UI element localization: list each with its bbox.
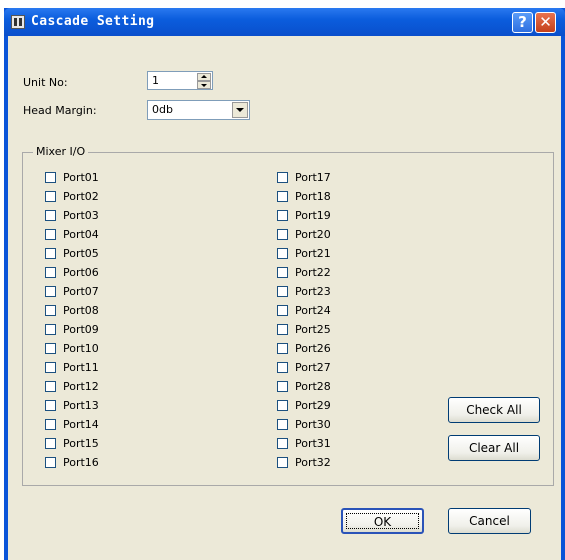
checkbox-box[interactable] [45,419,56,430]
checkbox-box[interactable] [45,324,56,335]
checkbox-box[interactable] [45,362,56,373]
ok-label: OK [373,515,392,529]
dialog-body: Unit No: 1 Head Margin: 0db Mixer I/O Po… [8,36,561,560]
port-label: Port25 [295,323,331,336]
port-label: Port10 [63,342,99,355]
port-label: Port11 [63,361,99,374]
checkbox-box[interactable] [45,210,56,221]
app-icon [11,15,25,29]
close-button[interactable]: ✕ [535,12,556,33]
port-label: Port22 [295,266,331,279]
checkbox-box[interactable] [277,438,288,449]
clear-all-button[interactable]: Clear All [448,435,540,461]
checkbox-box[interactable] [277,324,288,335]
port-label: Port23 [295,285,331,298]
checkbox-box[interactable] [277,210,288,221]
checkbox-box[interactable] [277,457,288,468]
checkbox-box[interactable] [277,381,288,392]
port-label: Port08 [63,304,99,317]
checkbox-box[interactable] [45,191,56,202]
title-bar[interactable]: Cascade Setting ? ✕ [4,8,565,36]
port-label: Port30 [295,418,331,431]
checkbox-box[interactable] [277,400,288,411]
unit-no-value: 1 [152,74,159,87]
port-label: Port20 [295,228,331,241]
checkbox-box[interactable] [45,400,56,411]
spin-up-icon[interactable] [197,73,211,81]
checkbox-box[interactable] [45,286,56,297]
checkbox-box[interactable] [45,381,56,392]
help-button[interactable]: ? [512,12,533,33]
checkbox-box[interactable] [277,419,288,430]
port-label: Port17 [295,171,331,184]
port-label: Port05 [63,247,99,260]
checkbox-box[interactable] [277,191,288,202]
port-label: Port09 [63,323,99,336]
checkbox-box[interactable] [277,286,288,297]
window-title: Cascade Setting [31,14,155,29]
port-label: Port15 [63,437,99,450]
port-label: Port27 [295,361,331,374]
checkbox-box[interactable] [277,248,288,259]
port-label: Port04 [63,228,99,241]
checkbox-box[interactable] [45,438,56,449]
checkbox-box[interactable] [45,305,56,316]
unit-no-label: Unit No: [23,76,68,89]
checkbox-box[interactable] [277,172,288,183]
unit-no-spinner[interactable]: 1 [147,71,213,90]
ok-button[interactable]: OK [341,508,424,534]
check-all-label: Check All [466,403,522,417]
port-label: Port01 [63,171,99,184]
checkbox-box[interactable] [277,305,288,316]
cancel-label: Cancel [469,514,510,528]
checkbox-box[interactable] [277,229,288,240]
checkbox-box[interactable] [45,343,56,354]
head-margin-label: Head Margin: [23,104,97,117]
mixer-io-group: Mixer I/O Port01 Port02 Port03 Port04 Port05… [22,145,554,486]
check-all-button[interactable]: Check All [448,397,540,423]
checkbox-box[interactable] [277,343,288,354]
port-label: Port06 [63,266,99,279]
spinner-buttons[interactable] [197,73,211,90]
port-label: Port32 [295,456,331,469]
port-label: Port14 [63,418,99,431]
chevron-down-icon[interactable] [232,102,248,118]
checkbox-box[interactable] [45,457,56,468]
port-label: Port03 [63,209,99,222]
head-margin-select[interactable]: 0db [147,100,250,120]
port-label: Port07 [63,285,99,298]
port-label: Port29 [295,399,331,412]
checkbox-box[interactable] [45,172,56,183]
checkbox-box[interactable] [45,267,56,278]
clear-all-label: Clear All [468,441,520,455]
port-label: Port12 [63,380,99,393]
port-label: Port18 [295,190,331,203]
spin-down-icon[interactable] [197,81,211,89]
port-label: Port16 [63,456,99,469]
cancel-button[interactable]: Cancel [448,508,531,534]
checkbox-box[interactable] [277,362,288,373]
mixer-io-title: Mixer I/O [33,145,89,158]
checkbox-box[interactable] [277,267,288,278]
port-label: Port28 [295,380,331,393]
port-label: Port13 [63,399,99,412]
checkbox-box[interactable] [45,229,56,240]
port-label: Port24 [295,304,331,317]
port-label: Port21 [295,247,331,260]
port-label: Port31 [295,437,331,450]
port-label: Port02 [63,190,99,203]
checkbox-box[interactable] [45,248,56,259]
port-label: Port26 [295,342,331,355]
head-margin-value: 0db [152,103,173,116]
dialog-window: Cascade Setting ? ✕ Unit No: 1 Head Marg… [4,8,565,560]
port-label: Port19 [295,209,331,222]
